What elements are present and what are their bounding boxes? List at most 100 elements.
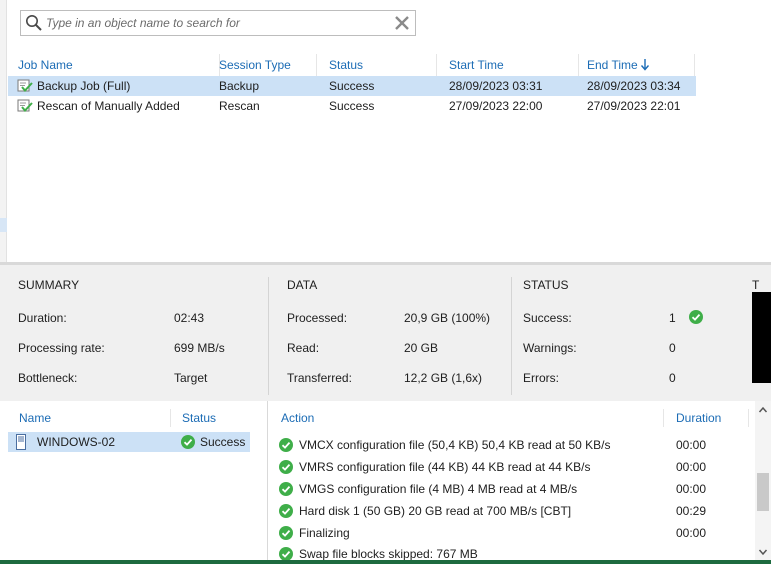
status-title: STATUS xyxy=(523,278,569,292)
duration-label: Duration: xyxy=(18,311,67,325)
processed-value: 20,9 GB (100%) xyxy=(404,311,491,325)
processing-rate-value: 699 MB/s xyxy=(174,341,225,355)
column-header-action[interactable]: Action xyxy=(281,411,314,425)
session-row[interactable]: Rescan of Manually Added Rescan Success … xyxy=(8,96,696,116)
column-header-session-type[interactable]: Session Type xyxy=(219,54,317,76)
vm-list-panel: Name Status WINDOWS-02 Success xyxy=(0,401,268,564)
action-text: Hard disk 1 (50 GB) 20 GB read at 700 MB… xyxy=(299,504,572,518)
success-check-icon xyxy=(279,438,293,452)
warnings-label: Warnings: xyxy=(523,341,577,355)
success-check-icon xyxy=(689,310,703,324)
read-label: Read: xyxy=(287,341,320,355)
success-label: Success: xyxy=(523,311,572,325)
job-name: Backup Job (Full) xyxy=(37,79,131,93)
action-text: VMRS configuration file (44 KB) 44 KB re… xyxy=(299,460,591,474)
truncated-section-title: T xyxy=(752,278,760,292)
errors-count: 0 xyxy=(669,371,676,385)
errors-label: Errors: xyxy=(523,371,559,385)
section-divider xyxy=(511,277,512,395)
scroll-down-icon[interactable] xyxy=(758,547,768,557)
end-time: 27/09/2023 22:01 xyxy=(587,99,681,113)
action-row[interactable]: Finalizing 00:00 xyxy=(269,523,755,545)
action-duration: 00:00 xyxy=(676,438,707,452)
action-text: Swap file blocks skipped: 767 MB xyxy=(299,547,478,561)
scroll-up-icon[interactable] xyxy=(758,405,768,415)
success-count: 1 xyxy=(669,311,676,325)
column-header-label: Start Time xyxy=(449,58,504,72)
column-header-label: End Time xyxy=(587,58,638,72)
sessions-table: Job Name Session Type Status Start Time … xyxy=(8,54,696,116)
summary-title: SUMMARY xyxy=(18,278,80,292)
action-row[interactable]: VMRS configuration file (44 KB) 44 KB re… xyxy=(269,457,755,479)
bottleneck-value: Target xyxy=(174,371,208,385)
action-duration: 00:00 xyxy=(676,526,707,540)
column-header-name[interactable]: Name xyxy=(19,411,51,425)
success-check-icon xyxy=(279,482,293,496)
action-log-scrollbar[interactable] xyxy=(755,401,771,564)
section-divider xyxy=(268,277,269,395)
search-icon xyxy=(26,15,42,31)
success-check-icon xyxy=(279,526,293,540)
vm-icon xyxy=(16,434,26,450)
status-bar xyxy=(0,560,771,564)
success-check-icon xyxy=(279,504,293,518)
session-status: Success xyxy=(329,99,375,113)
column-header-job-name[interactable]: Job Name xyxy=(18,54,220,76)
read-value: 20 GB xyxy=(404,341,439,355)
column-header-end-time[interactable]: End Time xyxy=(587,54,695,76)
action-row[interactable]: VMCX configuration file (50,4 KB) 50,4 K… xyxy=(269,435,755,457)
column-header-start-time[interactable]: Start Time xyxy=(449,54,579,76)
action-duration: 00:00 xyxy=(676,482,707,496)
left-panel-marker xyxy=(0,218,7,232)
action-row[interactable]: Hard disk 1 (50 GB) 20 GB read at 700 MB… xyxy=(269,501,755,523)
column-header-label: Status xyxy=(329,58,364,72)
column-header-duration[interactable]: Duration xyxy=(676,411,721,425)
action-duration: 00:29 xyxy=(676,504,707,518)
column-divider xyxy=(748,409,749,427)
processing-rate-label: Processing rate: xyxy=(18,341,105,355)
column-divider xyxy=(663,409,664,427)
session-row[interactable]: Backup Job (Full) Backup Success 28/09/2… xyxy=(8,76,696,96)
session-type: Backup xyxy=(219,79,260,93)
start-time: 27/09/2023 22:00 xyxy=(449,99,543,113)
job-name: Rescan of Manually Added xyxy=(37,99,180,113)
search-box[interactable] xyxy=(20,10,416,36)
job-success-icon xyxy=(17,99,33,112)
column-header-status[interactable]: Status xyxy=(182,411,216,425)
column-divider xyxy=(170,409,171,427)
action-text: VMCX configuration file (50,4 KB) 50,4 K… xyxy=(299,438,611,452)
processed-label: Processed: xyxy=(287,311,348,325)
job-success-icon xyxy=(17,79,33,92)
session-type: Rescan xyxy=(219,99,260,113)
action-text: VMGS configuration file (4 MB) 4 MB read… xyxy=(299,482,578,496)
column-header-status[interactable]: Status xyxy=(329,54,437,76)
session-summary-panel: SUMMARY Duration: 02:43 Processing rate:… xyxy=(0,265,771,401)
vm-name: WINDOWS-02 xyxy=(37,435,115,449)
action-duration: 00:00 xyxy=(676,460,707,474)
start-time: 28/09/2023 03:31 xyxy=(449,79,543,93)
left-panel-edge xyxy=(0,0,7,262)
vm-row[interactable]: WINDOWS-02 Success xyxy=(8,432,250,452)
data-title: DATA xyxy=(287,278,318,292)
duration-value: 02:43 xyxy=(174,311,205,325)
bottleneck-label: Bottleneck: xyxy=(18,371,78,385)
sort-descending-icon xyxy=(640,59,650,71)
warnings-count: 0 xyxy=(669,341,676,355)
transferred-value: 12,2 GB (1,6x) xyxy=(404,371,483,385)
action-text: Finalizing xyxy=(299,526,350,540)
column-header-label: Job Name xyxy=(18,58,73,72)
search-input[interactable] xyxy=(46,14,386,32)
column-header-label: Session Type xyxy=(219,58,291,72)
action-log-panel: Action Duration VMCX configuration file … xyxy=(269,401,771,564)
transferred-label: Transferred: xyxy=(287,371,352,385)
action-row[interactable]: VMGS configuration file (4 MB) 4 MB read… xyxy=(269,479,755,501)
success-check-icon xyxy=(181,435,195,449)
truncated-panel xyxy=(752,292,771,383)
scrollbar-thumb[interactable] xyxy=(757,473,769,511)
success-check-icon xyxy=(279,460,293,474)
session-status: Success xyxy=(329,79,375,93)
end-time: 28/09/2023 03:34 xyxy=(587,79,681,93)
vm-status: Success xyxy=(200,435,246,449)
sessions-table-header: Job Name Session Type Status Start Time … xyxy=(8,54,696,76)
clear-search-icon[interactable] xyxy=(393,14,411,32)
